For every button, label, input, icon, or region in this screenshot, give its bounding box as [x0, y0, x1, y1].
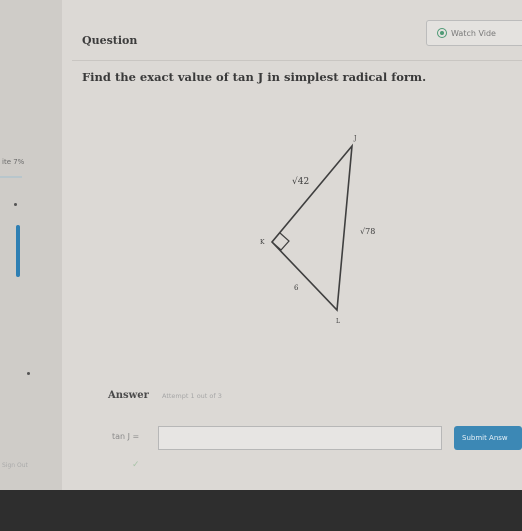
side-jk-label: √42 [292, 176, 309, 187]
right-angle-marker [271, 232, 290, 251]
screen-bezel [0, 490, 522, 531]
page-title: Question [82, 34, 138, 47]
triangle-shape [270, 143, 354, 312]
vertex-label-l: L [336, 318, 340, 325]
attempt-counter: Attempt 1 out of 3 [162, 392, 222, 400]
check-icon: ✓ [132, 460, 140, 470]
progress-track [0, 176, 22, 178]
hypotenuse-label: √78 [360, 227, 375, 236]
question-panel: Question Watch Vide Find the exact value… [62, 0, 522, 490]
answer-input[interactable] [158, 426, 442, 450]
answer-heading: Answer [108, 390, 149, 401]
side-kl-label: 6 [294, 284, 299, 292]
active-question-indicator[interactable] [16, 225, 20, 277]
progress-label: ite 7% [2, 158, 25, 166]
sign-out-link[interactable]: Sign Out [2, 462, 28, 469]
watch-video-label: Watch Vide [451, 28, 496, 38]
left-sidebar: ite 7% Sign Out [0, 0, 63, 490]
vertex-label-k: K [260, 239, 265, 246]
submit-answer-button[interactable]: Submit Answ [454, 426, 522, 450]
rail-dot-marker [14, 203, 17, 206]
watch-video-button[interactable]: Watch Vide [426, 20, 522, 46]
equation-label: tan J = [112, 432, 140, 441]
question-prompt: Find the exact value of tan J in simples… [82, 70, 427, 84]
vertex-label-j: J [353, 135, 357, 142]
header-divider [72, 60, 522, 61]
rail-dot-marker-lower [27, 372, 30, 375]
play-icon [437, 28, 447, 38]
triangle-diagram: J K L √42 √78 6 [260, 135, 375, 325]
